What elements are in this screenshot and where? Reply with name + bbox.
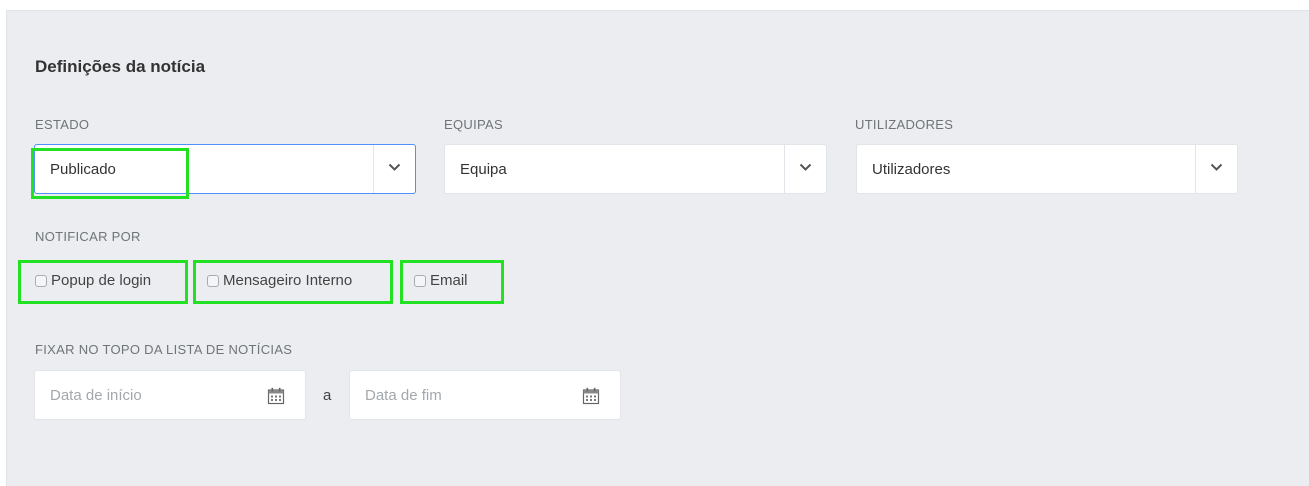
checkbox-email[interactable]: Email xyxy=(414,272,468,289)
checkbox-box[interactable] xyxy=(207,274,219,287)
equipas-dropdown-toggle[interactable] xyxy=(784,145,826,193)
chevron-down-icon xyxy=(799,163,812,171)
calendar-icon[interactable] xyxy=(267,387,285,405)
checkbox-box[interactable] xyxy=(35,274,47,287)
checkbox-mensageiro-interno[interactable]: Mensageiro Interno xyxy=(207,272,352,289)
estado-label: ESTADO xyxy=(35,117,90,132)
checkbox-label: Mensageiro Interno xyxy=(223,272,353,289)
end-date-input[interactable]: Data de fim xyxy=(349,370,621,420)
date-range-separator: a xyxy=(323,387,332,404)
end-date-placeholder: Data de fim xyxy=(365,387,442,404)
start-date-input[interactable]: Data de início xyxy=(34,370,306,420)
section-title: Definições da notícia xyxy=(35,57,206,76)
fixar-label: FIXAR NO TOPO DA LISTA DE NOTÍCIAS xyxy=(35,342,293,357)
estado-dropdown-toggle[interactable] xyxy=(373,145,415,193)
equipas-value: Equipa xyxy=(460,161,507,178)
equipas-select[interactable]: Equipa xyxy=(444,144,827,194)
equipas-label: EQUIPAS xyxy=(444,117,503,132)
estado-select[interactable]: Publicado xyxy=(34,144,416,194)
checkbox-box[interactable] xyxy=(414,274,426,287)
utilizadores-value: Utilizadores xyxy=(872,161,951,178)
news-settings-panel: Definições da notícia ESTADO Publicado E… xyxy=(6,10,1309,486)
utilizadores-select[interactable]: Utilizadores xyxy=(856,144,1238,194)
chevron-down-icon xyxy=(388,163,401,171)
utilizadores-dropdown-toggle[interactable] xyxy=(1195,145,1237,193)
notificar-label: NOTIFICAR POR xyxy=(35,229,141,244)
start-date-placeholder: Data de início xyxy=(50,387,142,404)
checkbox-popup-login[interactable]: Popup de login xyxy=(35,272,151,289)
calendar-icon[interactable] xyxy=(582,387,600,405)
chevron-down-icon xyxy=(1210,163,1223,171)
checkbox-label: Popup de login xyxy=(51,272,152,289)
estado-value: Publicado xyxy=(50,161,116,178)
checkbox-label: Email xyxy=(430,272,468,289)
utilizadores-label: UTILIZADORES xyxy=(855,117,954,132)
